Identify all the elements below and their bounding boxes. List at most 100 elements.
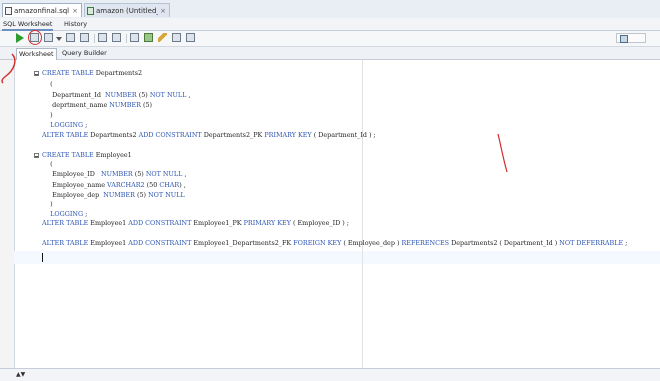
code-text: (50 [144,181,160,189]
database-icon [620,35,628,43]
code-line[interactable]: LOGGING ; [42,210,87,218]
code-text: ( [42,160,53,168]
code-line[interactable]: deprtment_name NUMBER (5) [42,101,152,109]
code-line[interactable]: ( [42,80,53,88]
text-caret [42,253,43,262]
code-line[interactable]: CREATE TABLE Departments2 [42,69,142,77]
tab-sql-worksheet[interactable]: SQL Worksheet [2,19,54,31]
code-line[interactable]: ALTER TABLE Employee1 ADD CONSTRAINT Emp… [42,239,627,247]
red-stroke-annotation [497,133,508,173]
tab-amazonfinal-sql[interactable]: amazonfinal.sql × [2,3,82,17]
code-text: Departments2 [88,131,139,139]
code-line[interactable]: Employee_dep NUMBER (5) NOT NULL [42,191,185,199]
save-icon[interactable] [44,33,53,42]
fold-toggle-icon[interactable] [34,71,39,76]
code-text: ) [42,200,53,208]
code-text: Employee1_Departments2_FK [191,239,294,247]
code-line[interactable]: ) [42,111,53,119]
tab-label: amazon (Untitled_1) [96,6,158,15]
code-text: Employee1 [88,219,129,227]
code-text: ) , [179,181,186,189]
sql-keyword: ADD CONSTRAINT [128,219,192,227]
code-text: Employee1_PK [191,219,244,227]
sql-keyword: REFERENCES [401,239,450,247]
database-connection-icon [87,6,94,15]
code-text: Departments2 ( Department_Id ) [449,239,560,247]
code-text: ) [42,111,53,119]
sql-keyword: ALTER TABLE [42,131,89,139]
sql-keyword: NUMBER [103,191,135,199]
autotrace-icon[interactable] [112,33,121,42]
sql-keyword: VARCHAR2 [107,181,145,189]
right-margin-line [362,60,363,368]
sql-keyword: FOREIGN KEY [293,239,342,247]
clear-icon[interactable] [144,33,153,42]
history-icon[interactable] [172,33,181,42]
sql-keyword: CREATE TABLE [42,151,94,159]
sql-keyword: CHAR [159,181,180,189]
code-text: ( Employee_dep ) [341,239,402,247]
code-line[interactable]: ALTER TABLE Departments2 ADD CONSTRAINT … [42,131,376,139]
sql-keyword: CREATE TABLE [42,69,94,77]
sql-keyword: ALTER TABLE [42,219,89,227]
sql-keyword: NOT NULL [145,170,183,178]
tab-history[interactable]: History [63,19,88,29]
worksheet-history-tabs: SQL Worksheet History [0,18,660,31]
code-line[interactable]: ) [42,200,53,208]
sql-keyword: PRIMARY KEY [264,131,312,139]
fold-toggle-icon[interactable] [34,153,39,158]
close-icon[interactable]: × [160,7,166,15]
sql-tuning-icon[interactable] [130,33,139,42]
code-text: (5) [132,170,146,178]
sql-keyword: NUMBER [100,170,133,178]
code-line[interactable]: Department_Id NUMBER (5) NOT NULL , [42,91,191,99]
code-text: (5) [134,191,149,199]
editor-tab-strip: amazonfinal.sql × amazon (Untitled_1) × [0,0,660,19]
code-text: , [182,170,187,178]
explain-plan-icon[interactable] [98,33,107,42]
sql-keyword: ADD CONSTRAINT [138,131,202,139]
code-text: (5) [140,101,153,109]
tab-amazon-untitled[interactable]: amazon (Untitled_1) × [84,3,170,17]
red-circle-annotation [28,30,42,45]
format-icon[interactable] [158,33,167,42]
commit-icon[interactable] [66,33,75,42]
sql-keyword: NUMBER [109,101,141,109]
tab-label: amazonfinal.sql [14,6,70,15]
code-line[interactable]: LOGGING ; [42,121,87,129]
code-line[interactable]: Employee_name VARCHAR2 (50 CHAR) , [42,181,186,189]
code-text: ( Department_Id ) ; [311,131,376,139]
worksheet-query-builder-tabs: Worksheet Query Builder [0,47,660,60]
code-text: Department_Id [42,91,105,99]
close-icon[interactable]: × [72,7,78,15]
code-text: Departments2_PK [201,131,265,139]
code-text: ( [42,80,53,88]
code-line[interactable]: ( [42,160,53,168]
code-text: Employee_name [42,181,108,189]
code-text: ( Employee_ID ) ; [290,219,349,227]
find-icon[interactable] [186,33,195,42]
connection-selector[interactable] [616,33,646,43]
code-line[interactable]: CREATE TABLE Employee1 [42,151,132,159]
tab-worksheet[interactable]: Worksheet [16,48,57,60]
code-text: ; [83,210,88,218]
dropdown-icon[interactable] [56,37,62,41]
run-statement-icon[interactable] [16,33,24,43]
sql-keyword: NOT NULL [149,91,187,99]
code-text: Employee1 [88,239,129,247]
sql-keyword: LOGGING [50,210,84,218]
sql-keyword: PRIMARY KEY [243,219,291,227]
code-text: , [186,91,191,99]
tab-query-builder[interactable]: Query Builder [60,48,109,59]
sql-keyword: NUMBER [105,91,137,99]
code-line[interactable]: ALTER TABLE Employee1 ADD CONSTRAINT Emp… [42,219,349,227]
code-text: (5) [136,91,150,99]
scroll-arrows-icon[interactable]: ▲▼ [16,371,25,378]
rollback-icon[interactable] [80,33,89,42]
sql-keyword: NOT NULL [148,191,185,199]
code-line[interactable]: Employee_ID NUMBER (5) NOT NULL , [42,170,186,178]
sql-file-icon [5,6,12,15]
editor-gutter [0,60,14,368]
